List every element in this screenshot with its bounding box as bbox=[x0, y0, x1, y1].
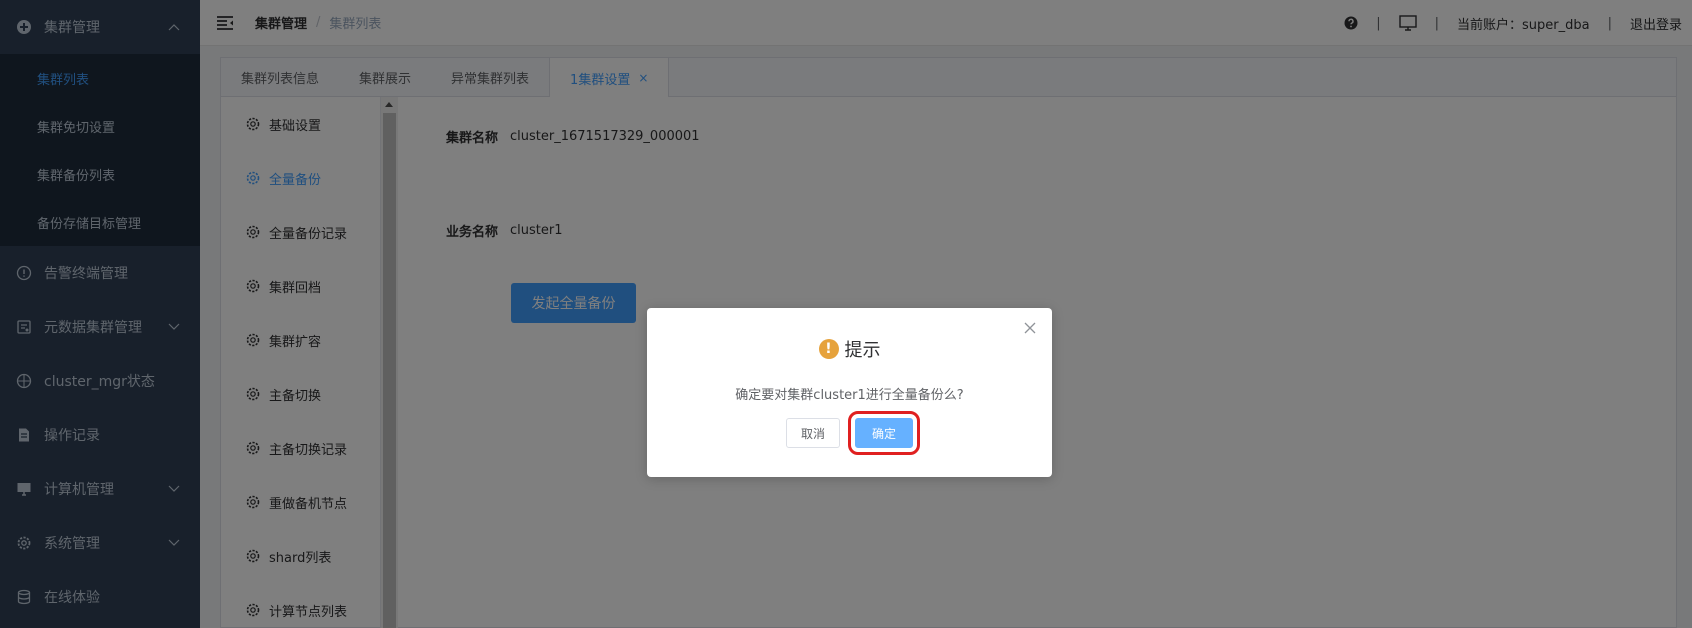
dialog-title-text: 提示 bbox=[844, 340, 881, 361]
confirm-button[interactable]: 确定 bbox=[847, 411, 921, 455]
cancel-button[interactable]: 取消 bbox=[785, 418, 840, 448]
dialog-buttons: 取消 确定 bbox=[647, 411, 1052, 455]
dialog-title: ! 提示 bbox=[647, 336, 1052, 362]
confirm-dialog: ! 提示 确定要对集群cluster1进行全量备份么? 取消 确定 bbox=[647, 308, 1052, 477]
dialog-message: 确定要对集群cluster1进行全量备份么? bbox=[735, 388, 964, 403]
close-icon[interactable] bbox=[1024, 322, 1036, 334]
warning-icon: ! bbox=[818, 339, 839, 359]
